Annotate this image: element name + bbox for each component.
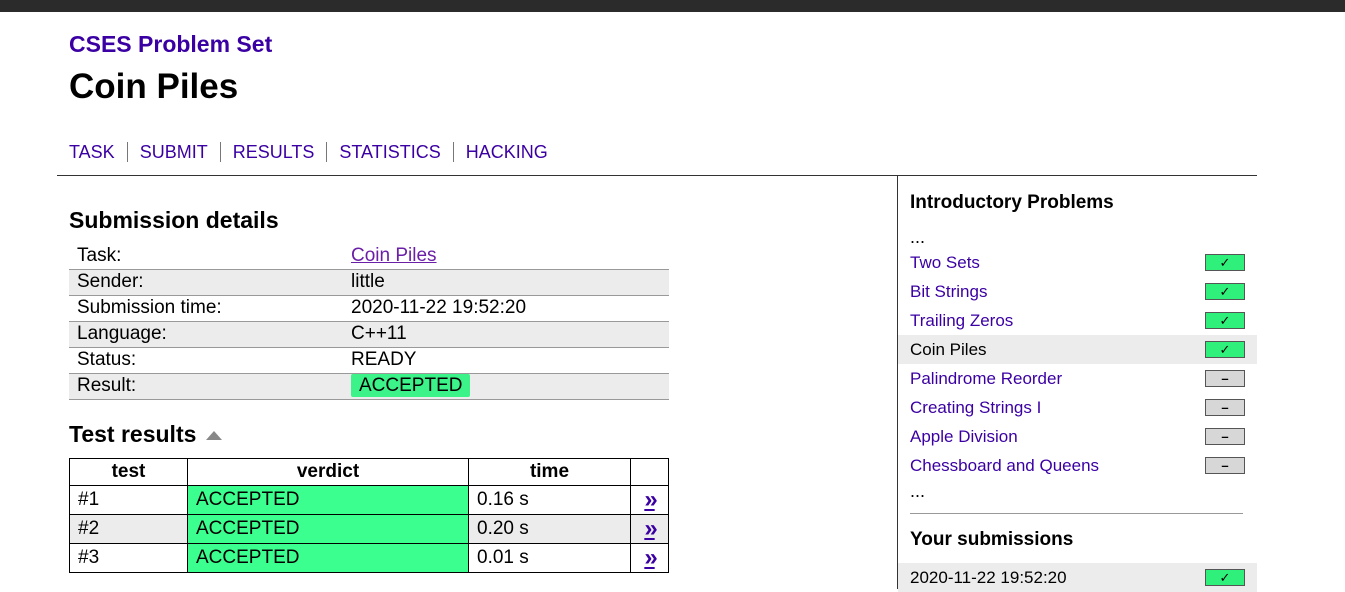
column-header-time: time xyxy=(468,458,631,486)
dash-icon: – xyxy=(1205,370,1245,387)
details-row-result: Result: ACCEPTED xyxy=(69,373,669,400)
sidebar-item-bit-strings[interactable]: Bit Strings ✓ xyxy=(898,277,1257,306)
details-value: ACCEPTED xyxy=(343,373,669,400)
table-row: #2 ACCEPTED 0.20 s » xyxy=(69,514,669,544)
table-row: #1 ACCEPTED 0.16 s » xyxy=(69,485,669,515)
submission-item[interactable]: 2020-11-22 19:52:20 ✓ xyxy=(898,563,1257,592)
problem-link[interactable]: Two Sets xyxy=(910,253,980,273)
test-number: #1 xyxy=(69,485,188,515)
details-value: 2020-11-22 19:52:20 xyxy=(343,295,669,322)
column-header-verdict: verdict xyxy=(187,458,469,486)
details-label: Sender: xyxy=(69,269,343,296)
table-row: #3 ACCEPTED 0.01 s » xyxy=(69,543,669,573)
sidebar-ellipsis-top: ... xyxy=(910,227,926,247)
nav-hacking[interactable]: HACKING xyxy=(452,142,560,162)
sidebar-item-creating-strings[interactable]: Creating Strings I – xyxy=(898,393,1257,422)
sidebar-item-palindrome-reorder[interactable]: Palindrome Reorder – xyxy=(898,364,1257,393)
problem-link[interactable]: Trailing Zeros xyxy=(910,311,1013,331)
problem-link[interactable]: Palindrome Reorder xyxy=(910,369,1062,389)
page-title: Coin Piles xyxy=(69,67,239,106)
details-row-status: Status: READY xyxy=(69,347,669,374)
view-test-icon[interactable]: » xyxy=(644,486,657,513)
test-link-cell: » xyxy=(630,485,669,515)
test-verdict: ACCEPTED xyxy=(187,485,469,515)
nav-statistics[interactable]: STATISTICS xyxy=(326,142,452,162)
check-icon: ✓ xyxy=(1205,283,1245,300)
details-value: Coin Piles xyxy=(343,243,669,270)
problem-link[interactable]: Chessboard and Queens xyxy=(910,456,1099,476)
test-number: #3 xyxy=(69,543,188,573)
column-header-link xyxy=(630,458,669,486)
nav-results[interactable]: RESULTS xyxy=(219,142,327,162)
test-results-header: Test results xyxy=(69,421,223,448)
dash-icon: – xyxy=(1205,428,1245,445)
sidebar-section-title: Introductory Problems xyxy=(910,192,1114,213)
test-link-cell: » xyxy=(630,514,669,544)
details-row-time: Submission time: 2020-11-22 19:52:20 xyxy=(69,295,669,322)
sidebar-ellipsis-bottom: ... xyxy=(910,481,926,501)
check-icon: ✓ xyxy=(1205,254,1245,271)
task-nav: TASK SUBMIT RESULTS STATISTICS HACKING xyxy=(69,142,560,162)
test-time: 0.20 s xyxy=(468,514,631,544)
your-submissions-title: Your submissions xyxy=(910,529,1074,550)
details-label: Result: xyxy=(69,373,343,400)
details-value: little xyxy=(343,269,669,296)
task-link[interactable]: Coin Piles xyxy=(351,245,437,266)
test-verdict: ACCEPTED xyxy=(187,543,469,573)
details-row-task: Task: Coin Piles xyxy=(69,243,669,270)
check-icon: ✓ xyxy=(1205,341,1245,358)
sidebar-item-two-sets[interactable]: Two Sets ✓ xyxy=(898,248,1257,277)
nav-submit[interactable]: SUBMIT xyxy=(126,142,220,162)
details-label: Task: xyxy=(69,243,343,270)
header-divider xyxy=(57,175,1257,176)
details-value: C++11 xyxy=(343,321,669,348)
column-header-test: test xyxy=(69,458,188,486)
test-time: 0.01 s xyxy=(468,543,631,573)
table-header-row: test verdict time xyxy=(69,458,669,486)
dash-icon: – xyxy=(1205,399,1245,416)
details-label: Language: xyxy=(69,321,343,348)
test-time: 0.16 s xyxy=(468,485,631,515)
collapse-triangle-icon[interactable] xyxy=(206,431,223,440)
dash-icon: – xyxy=(1205,457,1245,474)
view-test-icon[interactable]: » xyxy=(644,544,657,571)
details-value: READY xyxy=(343,347,669,374)
details-row-language: Language: C++11 xyxy=(69,321,669,348)
test-verdict: ACCEPTED xyxy=(187,514,469,544)
nav-task[interactable]: TASK xyxy=(69,142,127,162)
sidebar-item-coin-piles: Coin Piles ✓ xyxy=(898,335,1257,364)
sidebar-divider-line xyxy=(910,513,1243,514)
problem-link[interactable]: Creating Strings I xyxy=(910,398,1041,418)
submission-details-table: Task: Coin Piles Sender: little Submissi… xyxy=(69,243,669,400)
result-badge: ACCEPTED xyxy=(351,374,471,397)
test-results-table: test verdict time #1 ACCEPTED 0.16 s » #… xyxy=(69,458,669,573)
check-icon: ✓ xyxy=(1205,569,1245,586)
test-link-cell: » xyxy=(630,543,669,573)
sidebar-item-chessboard-queens[interactable]: Chessboard and Queens – xyxy=(898,451,1257,480)
sidebar-item-apple-division[interactable]: Apple Division – xyxy=(898,422,1257,451)
current-problem-label: Coin Piles xyxy=(910,339,987,359)
view-test-icon[interactable]: » xyxy=(644,515,657,542)
site-title-link[interactable]: CSES Problem Set xyxy=(69,31,272,58)
details-label: Submission time: xyxy=(69,295,343,322)
browser-top-bar xyxy=(0,0,1345,12)
sidebar-item-trailing-zeros[interactable]: Trailing Zeros ✓ xyxy=(898,306,1257,335)
test-number: #2 xyxy=(69,514,188,544)
check-icon: ✓ xyxy=(1205,312,1245,329)
problem-link[interactable]: Bit Strings xyxy=(910,282,987,302)
details-row-sender: Sender: little xyxy=(69,269,669,296)
details-label: Status: xyxy=(69,347,343,374)
submission-time: 2020-11-22 19:52:20 xyxy=(910,567,1067,587)
submission-details-heading: Submission details xyxy=(69,207,279,233)
test-results-heading: Test results xyxy=(69,421,197,447)
problem-link[interactable]: Apple Division xyxy=(910,427,1018,447)
